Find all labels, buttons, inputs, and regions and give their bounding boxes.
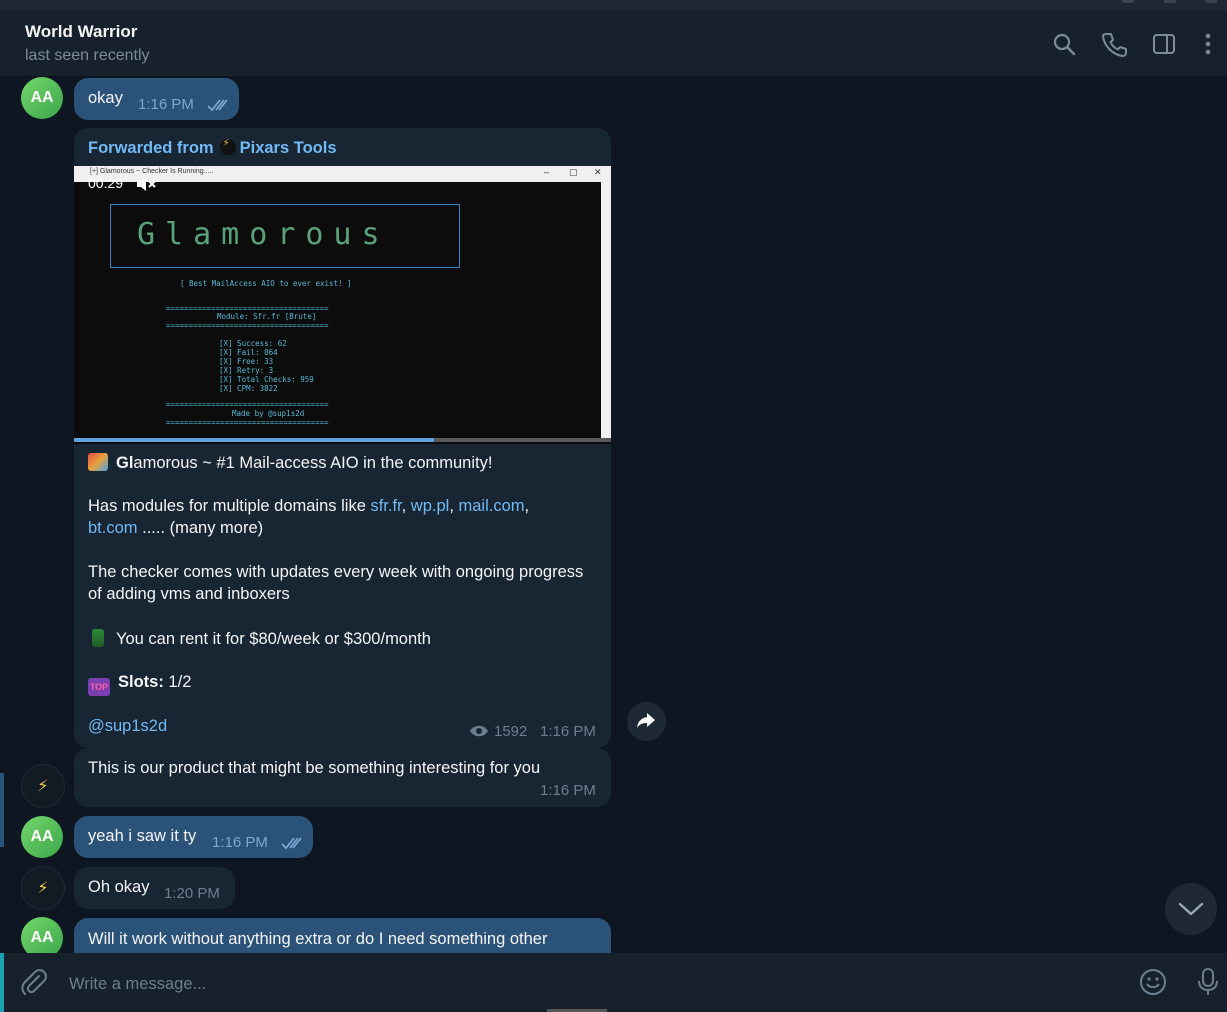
logo-text: Glamorous <box>137 217 390 252</box>
chat-header: World Warrior last seen recently <box>0 10 1227 77</box>
channel-avatar <box>219 138 236 155</box>
message-time: 1:16 PM <box>212 834 268 851</box>
composer <box>0 953 1227 1012</box>
composer-accent <box>0 953 4 1012</box>
video-scrollbar <box>601 182 611 442</box>
message-bubble[interactable]: Will it work without anything extra or d… <box>74 918 611 953</box>
caption-line: of adding vms and inboxers <box>88 585 290 603</box>
avatar[interactable]: AA <box>21 77 63 119</box>
message-text: Will it work without anything extra or d… <box>88 930 548 948</box>
message-text: yeah i saw it ty <box>88 827 197 845</box>
caption-line: TOP Slots: 1/2 <box>88 673 191 696</box>
forwarded-source[interactable]: Pixars Tools <box>240 139 337 157</box>
read-ticks-icon <box>281 837 302 850</box>
caption-line: Has modules for multiple domains like sf… <box>88 497 530 515</box>
attach-icon[interactable] <box>19 967 49 997</box>
forwarded-header[interactable]: Forwarded from Pixars Tools <box>88 138 337 158</box>
terminal-stat: [X] Total Checks: 959 <box>219 375 314 384</box>
scroll-down-button[interactable] <box>1165 883 1217 935</box>
channel-avatar[interactable]: ⚡ <box>21 764 65 808</box>
window-title-strip <box>0 0 1227 10</box>
minimize-control[interactable] <box>1122 0 1134 3</box>
message-time: 1:16 PM <box>540 782 596 799</box>
emoji-icon[interactable] <box>1138 967 1168 997</box>
ascii-logo: Glamorous <box>110 204 460 268</box>
link[interactable]: sfr.fr <box>370 497 401 515</box>
message-time: 1:20 PM <box>164 885 220 902</box>
chevron-down-icon <box>1178 902 1204 916</box>
sidebar-icon[interactable] <box>1151 31 1177 57</box>
message-input[interactable] <box>67 971 1111 997</box>
video-preview[interactable]: [+] Glamorous ~ Checker Is Running..... … <box>74 166 611 444</box>
mic-icon[interactable] <box>1193 967 1223 997</box>
maximize-control[interactable] <box>1164 0 1176 3</box>
terminal-stat: [X] Free: 33 <box>219 357 274 366</box>
selection-indicator <box>0 773 4 847</box>
message-bubble[interactable]: okay 1:16 PM <box>74 78 239 120</box>
top-emoji-icon: TOP <box>88 678 110 696</box>
message-time: 1:16 PM <box>540 723 596 740</box>
message-text: okay <box>88 89 123 107</box>
link[interactable]: mail.com <box>459 497 525 515</box>
message-list[interactable]: AA okay 1:16 PM Forwarded from Pixars Too… <box>0 77 1227 953</box>
video-duration: 00:29 <box>88 175 124 191</box>
link[interactable]: wp.pl <box>411 497 450 515</box>
mention-link[interactable]: @sup1s2d <box>88 717 167 736</box>
chart-emoji-icon <box>88 453 108 471</box>
forwarded-label: Forwarded from <box>88 139 214 157</box>
terminal-stat: [X] Success: 62 <box>219 339 287 348</box>
terminal-banner: [ Best MailAccess AIO to ever exist! ] <box>180 279 352 288</box>
forwarded-message[interactable]: Forwarded from Pixars Tools [+] Glamorous… <box>74 128 611 748</box>
view-count: 1592 <box>494 723 528 740</box>
avatar[interactable]: AA <box>21 816 63 858</box>
chat-title[interactable]: World Warrior <box>25 22 137 42</box>
battery-emoji-icon <box>92 629 104 647</box>
share-icon <box>637 713 655 728</box>
caption-line: bt.com ..... (many more) <box>88 519 264 537</box>
terminal-stat: [X] CPM: 3822 <box>219 384 278 393</box>
terminal-credit: Made by @sup1s2d <box>232 409 305 418</box>
message-bubble[interactable]: yeah i saw it ty 1:16 PM <box>74 816 313 858</box>
mute-icon[interactable] <box>136 176 158 192</box>
chat-status: last seen recently <box>25 47 150 64</box>
video-window-title: [+] Glamorous ~ Checker Is Running..... <box>90 168 214 175</box>
video-progress-fill <box>74 438 434 442</box>
avatar[interactable]: AA <box>21 917 63 953</box>
caption-line: Glamorous ~ #1 Mail-access AIO in the co… <box>88 453 492 473</box>
more-icon[interactable] <box>1195 31 1221 57</box>
message-text: This is our product that might be someth… <box>88 759 541 777</box>
caption-line: The checker comes with updates every wee… <box>88 563 584 581</box>
caption-line: You can rent it for $80/week or $300/mon… <box>88 629 431 649</box>
terminal-stat: [X] Fail: 864 <box>219 348 278 357</box>
message-bubble[interactable]: This is our product that might be someth… <box>74 748 611 807</box>
channel-avatar[interactable]: ⚡ <box>21 866 65 910</box>
link[interactable]: bt.com <box>88 519 138 537</box>
terminal-stat: [X] Retry: 3 <box>219 366 274 375</box>
message-bubble[interactable]: Oh okay 1:20 PM <box>74 867 235 909</box>
message-text: Oh okay <box>88 878 150 896</box>
eye-icon <box>470 725 488 737</box>
read-ticks-icon <box>207 99 228 112</box>
message-time: 1:16 PM <box>138 96 194 113</box>
share-button[interactable] <box>627 702 666 741</box>
phone-icon[interactable] <box>1101 31 1127 57</box>
close-control[interactable] <box>1205 0 1217 3</box>
search-icon[interactable] <box>1051 31 1077 57</box>
terminal-module: Module: Sfr.fr [Brute] <box>217 312 317 321</box>
